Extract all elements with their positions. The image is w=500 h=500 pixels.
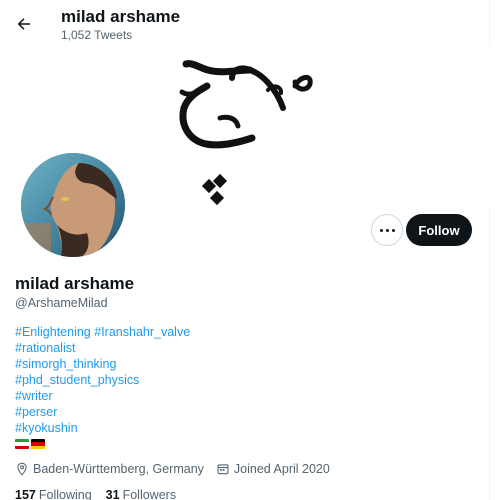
following-label: Following (38, 488, 92, 500)
followers-link[interactable]: 31 Followers (106, 488, 176, 500)
hashtag-link[interactable]: #writer (15, 389, 53, 403)
profile-meta: Baden-Württemberg, Germany Joined April … (15, 462, 342, 476)
follow-button[interactable]: Follow (406, 214, 472, 246)
joined-text: Joined April 2020 (233, 462, 330, 476)
hashtag-link[interactable]: #kyokushin (15, 421, 78, 435)
calligraphy-logo (179, 60, 313, 149)
bio-line: #simorgh_thinking (15, 356, 475, 372)
hashtag-link[interactable]: #phd_student_physics (15, 373, 139, 387)
bio-line: #rationalist (15, 340, 475, 356)
bio-line: #kyokushin (15, 420, 475, 436)
following-count: 157 (15, 488, 36, 500)
location-text: Baden-Württemberg, Germany (33, 462, 204, 476)
followers-count: 31 (105, 488, 120, 500)
location: Baden-Württemberg, Germany (15, 462, 204, 476)
diamond-cluster-icon (201, 173, 228, 206)
hashtag-link[interactable]: #simorgh_thinking (15, 357, 116, 371)
calendar-icon (217, 464, 229, 475)
iran-flag-icon (15, 439, 29, 449)
profile-handle: @ArshameMilad (15, 296, 108, 310)
more-options-button[interactable] (371, 214, 403, 246)
bio-line: #Enlightening #Iranshahr_valve (15, 324, 475, 340)
back-button[interactable] (10, 10, 38, 38)
hashtag-link[interactable]: #rationalist (15, 341, 75, 355)
avatar[interactable] (18, 150, 128, 260)
hashtag-link[interactable]: #Iranshahr_valve (94, 325, 190, 339)
follow-stats: 157 Following 31 Followers (15, 488, 190, 500)
profile-name: milad arshame (15, 274, 135, 293)
hashtag-link[interactable]: #perser (15, 405, 57, 419)
bio-line: #writer (15, 388, 475, 404)
arrow-left-icon (17, 18, 30, 30)
hashtag-link[interactable]: #Enlightening (15, 325, 91, 339)
flag-emojis (15, 439, 45, 449)
followers-label: Followers (122, 488, 177, 500)
tweet-count: 1,052 Tweets (61, 28, 133, 42)
bio-line: #phd_student_physics (15, 372, 475, 388)
header-name: milad arshame (61, 7, 181, 26)
more-horizontal-icon (379, 228, 395, 232)
avatar-photo (21, 153, 125, 257)
location-pin-icon (17, 462, 27, 476)
bio: #Enlightening #Iranshahr_valve #rational… (15, 324, 475, 436)
join-date: Joined April 2020 (216, 462, 330, 476)
top-bar: milad arshame 1,052 Tweets (0, 0, 490, 46)
following-link[interactable]: 157 Following (15, 488, 92, 500)
bio-line: #perser (15, 404, 475, 420)
germany-flag-icon (31, 439, 45, 449)
